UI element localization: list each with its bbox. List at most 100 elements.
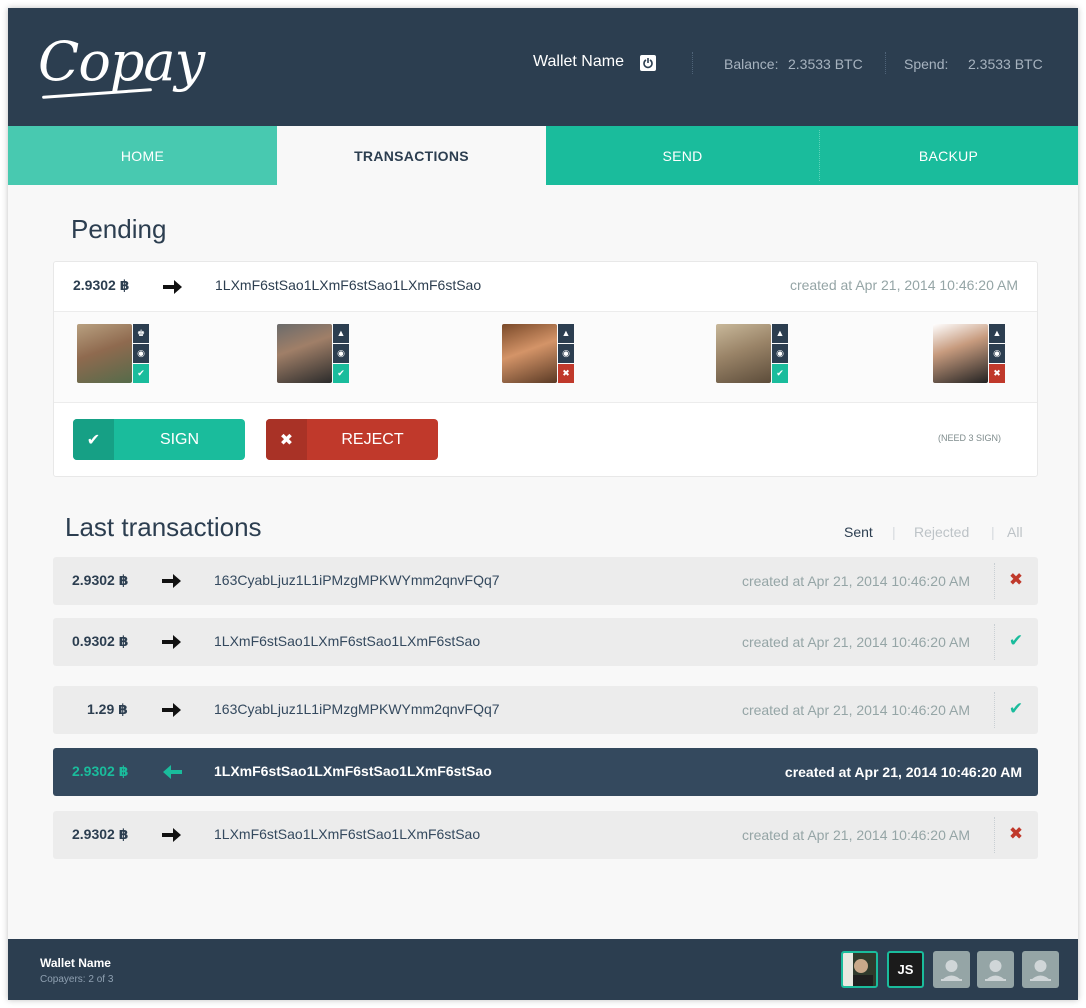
transaction-amount: 2.9302 ฿ (72, 763, 129, 779)
pending-address[interactable]: 1LXmF6stSao1LXmF6stSao1LXmF6stSao (215, 277, 481, 293)
filter-rejected[interactable]: Rejected (914, 524, 969, 540)
check-icon: ✔ (333, 364, 349, 383)
transaction-row-selected[interactable]: 2.9302 ฿ 1LXmF6stSao1LXmF6stSao1LXmF6stS… (53, 748, 1038, 796)
rejected-x-icon: ✖ (1008, 824, 1024, 843)
arrow-right-icon (162, 635, 181, 649)
signer[interactable]: ▲ ◉ ✔ (277, 324, 351, 384)
signer[interactable]: ▲ ◉ ✖ (502, 324, 576, 384)
signer-avatar (716, 324, 771, 383)
signatures-needed: (NEED 3 SIGN) (937, 433, 1001, 443)
signer-avatar (502, 324, 557, 383)
transaction-created-at: created at Apr 21, 2014 10:46:20 AM (741, 573, 970, 589)
rejected-x-icon: ✖ (1008, 570, 1024, 589)
footer: Wallet Name Copayers: 2 of 3 JS (8, 939, 1078, 1000)
transaction-address[interactable]: 163CyabLjuz1L1iPMzgMPKWYmm2qnvFQq7 (214, 572, 500, 588)
pending-transaction-card: 2.9302 ฿ 1LXmF6stSao1LXmF6stSao1LXmF6stS… (53, 261, 1038, 477)
transaction-address[interactable]: 1LXmF6stSao1LXmF6stSao1LXmF6stSao (214, 763, 492, 779)
sign-button[interactable]: ✔ SIGN (73, 419, 245, 460)
tab-home[interactable]: HOME (8, 126, 277, 185)
transaction-amount: 2.9302 ฿ (72, 826, 129, 842)
reject-button[interactable]: ✖ REJECT (266, 419, 438, 460)
header-divider (692, 52, 693, 74)
eye-icon: ◉ (333, 344, 349, 363)
power-icon[interactable] (640, 55, 656, 71)
signer[interactable]: ▲ ◉ ✔ (716, 324, 790, 384)
last-transactions-title: Last transactions (65, 512, 262, 542)
transaction-address[interactable]: 1LXmF6stSao1LXmF6stSao1LXmF6stSao (214, 826, 480, 842)
row-divider (994, 692, 995, 728)
balance-label: Balance: (724, 56, 779, 72)
eye-icon: ◉ (772, 344, 788, 363)
transaction-created-at: created at Apr 21, 2014 10:46:20 AM (741, 702, 970, 718)
row-divider (994, 563, 995, 599)
arrow-right-icon (162, 828, 181, 842)
transaction-created-at: created at Apr 21, 2014 10:46:20 AM (741, 827, 970, 843)
crown-icon: ♚ (133, 324, 149, 343)
check-icon: ✔ (133, 364, 149, 383)
eye-icon: ◉ (989, 344, 1005, 363)
signer[interactable]: ♚ ◉ ✔ (77, 324, 151, 384)
transaction-address[interactable]: 1LXmF6stSao1LXmF6stSao1LXmF6stSao (214, 633, 480, 649)
check-icon: ✔ (772, 364, 788, 383)
signer-avatar (77, 324, 132, 383)
main-nav: HOME TRANSACTIONS SEND BACKUP (8, 126, 1078, 185)
arrow-right-icon (162, 574, 181, 588)
copay-logo[interactable]: Copay (38, 30, 205, 93)
balance-value: 2.3533 BTC (788, 56, 863, 72)
wallet-name: Wallet Name (533, 53, 624, 70)
tab-send[interactable]: SEND (546, 126, 819, 185)
copayer-avatar[interactable]: JS (887, 951, 924, 988)
transaction-row[interactable]: 2.9302 ฿ 1LXmF6stSao1LXmF6stSao1LXmF6stS… (53, 811, 1038, 859)
tab-divider (819, 130, 820, 181)
empty-copayer-user-icon (1022, 951, 1059, 988)
filter-all[interactable]: All (1007, 524, 1023, 540)
spend-value: 2.3533 BTC (968, 56, 1043, 72)
tab-transactions[interactable]: TRANSACTIONS (277, 126, 546, 185)
spend-label: Spend: (904, 56, 949, 72)
filter-sent[interactable]: Sent (844, 524, 873, 540)
home-icon: ▲ (333, 324, 349, 343)
transaction-row[interactable]: 2.9302 ฿ 163CyabLjuz1L1iPMzgMPKWYmm2qnvF… (53, 557, 1038, 605)
pending-created-at: created at Apr 21, 2014 10:46:20 AM (789, 277, 1018, 293)
signer-avatar (933, 324, 988, 383)
transaction-row[interactable]: 1.29 ฿ 163CyabLjuz1L1iPMzgMPKWYmm2qnvFQq… (53, 686, 1038, 734)
check-icon: ✔ (73, 419, 114, 460)
home-icon: ▲ (772, 324, 788, 343)
transaction-amount: 0.9302 ฿ (72, 633, 129, 649)
bitcoin-icon: ฿ (118, 633, 129, 649)
bitcoin-icon: ฿ (118, 763, 129, 779)
row-divider (994, 817, 995, 853)
eye-icon: ◉ (558, 344, 574, 363)
transaction-address[interactable]: 163CyabLjuz1L1iPMzgMPKWYmm2qnvFQq7 (214, 701, 500, 717)
bitcoin-icon: ฿ (118, 826, 129, 842)
confirmed-check-icon: ✔ (1008, 699, 1024, 718)
reject-button-label: REJECT (341, 430, 404, 448)
signer[interactable]: ▲ ◉ ✖ (933, 324, 1007, 384)
transaction-created-at: created at Apr 21, 2014 10:46:20 AM (741, 634, 970, 650)
copayer-avatar[interactable] (841, 951, 878, 988)
filter-divider: | (991, 524, 995, 540)
signers-list: ♚ ◉ ✔ ▲ ◉ ✔ ▲ ◉ ✖ ▲ ◉ ✔ ▲ ◉ ✖ (54, 312, 1037, 403)
sign-button-label: SIGN (159, 430, 200, 448)
app-window: Copay Wallet Name Balance: 2.3533 BTC Sp… (8, 8, 1078, 1000)
x-icon: ✖ (558, 364, 574, 383)
home-icon: ▲ (558, 324, 574, 343)
transaction-created-at: created at Apr 21, 2014 10:46:20 AM (784, 764, 1022, 780)
confirmed-check-icon: ✔ (1008, 631, 1024, 650)
bitcoin-icon: ฿ (118, 701, 128, 717)
footer-wallet-name: Wallet Name (40, 956, 111, 970)
filter-divider: | (892, 524, 896, 540)
header-divider (885, 52, 886, 74)
arrow-left-icon (163, 765, 182, 779)
arrow-right-icon (163, 280, 182, 294)
transaction-amount: 1.29 ฿ (87, 701, 128, 717)
arrow-right-icon (162, 703, 181, 717)
pending-title: Pending (71, 214, 167, 244)
transaction-row[interactable]: 0.9302 ฿ 1LXmF6stSao1LXmF6stSao1LXmF6stS… (53, 618, 1038, 666)
pending-amount: 2.9302 ฿ (73, 277, 130, 293)
bitcoin-icon: ฿ (118, 572, 129, 588)
empty-copayer-user-icon (933, 951, 970, 988)
empty-copayer-user-icon (977, 951, 1014, 988)
tab-backup[interactable]: BACKUP (819, 126, 1078, 185)
header: Copay Wallet Name Balance: 2.3533 BTC Sp… (8, 8, 1078, 126)
